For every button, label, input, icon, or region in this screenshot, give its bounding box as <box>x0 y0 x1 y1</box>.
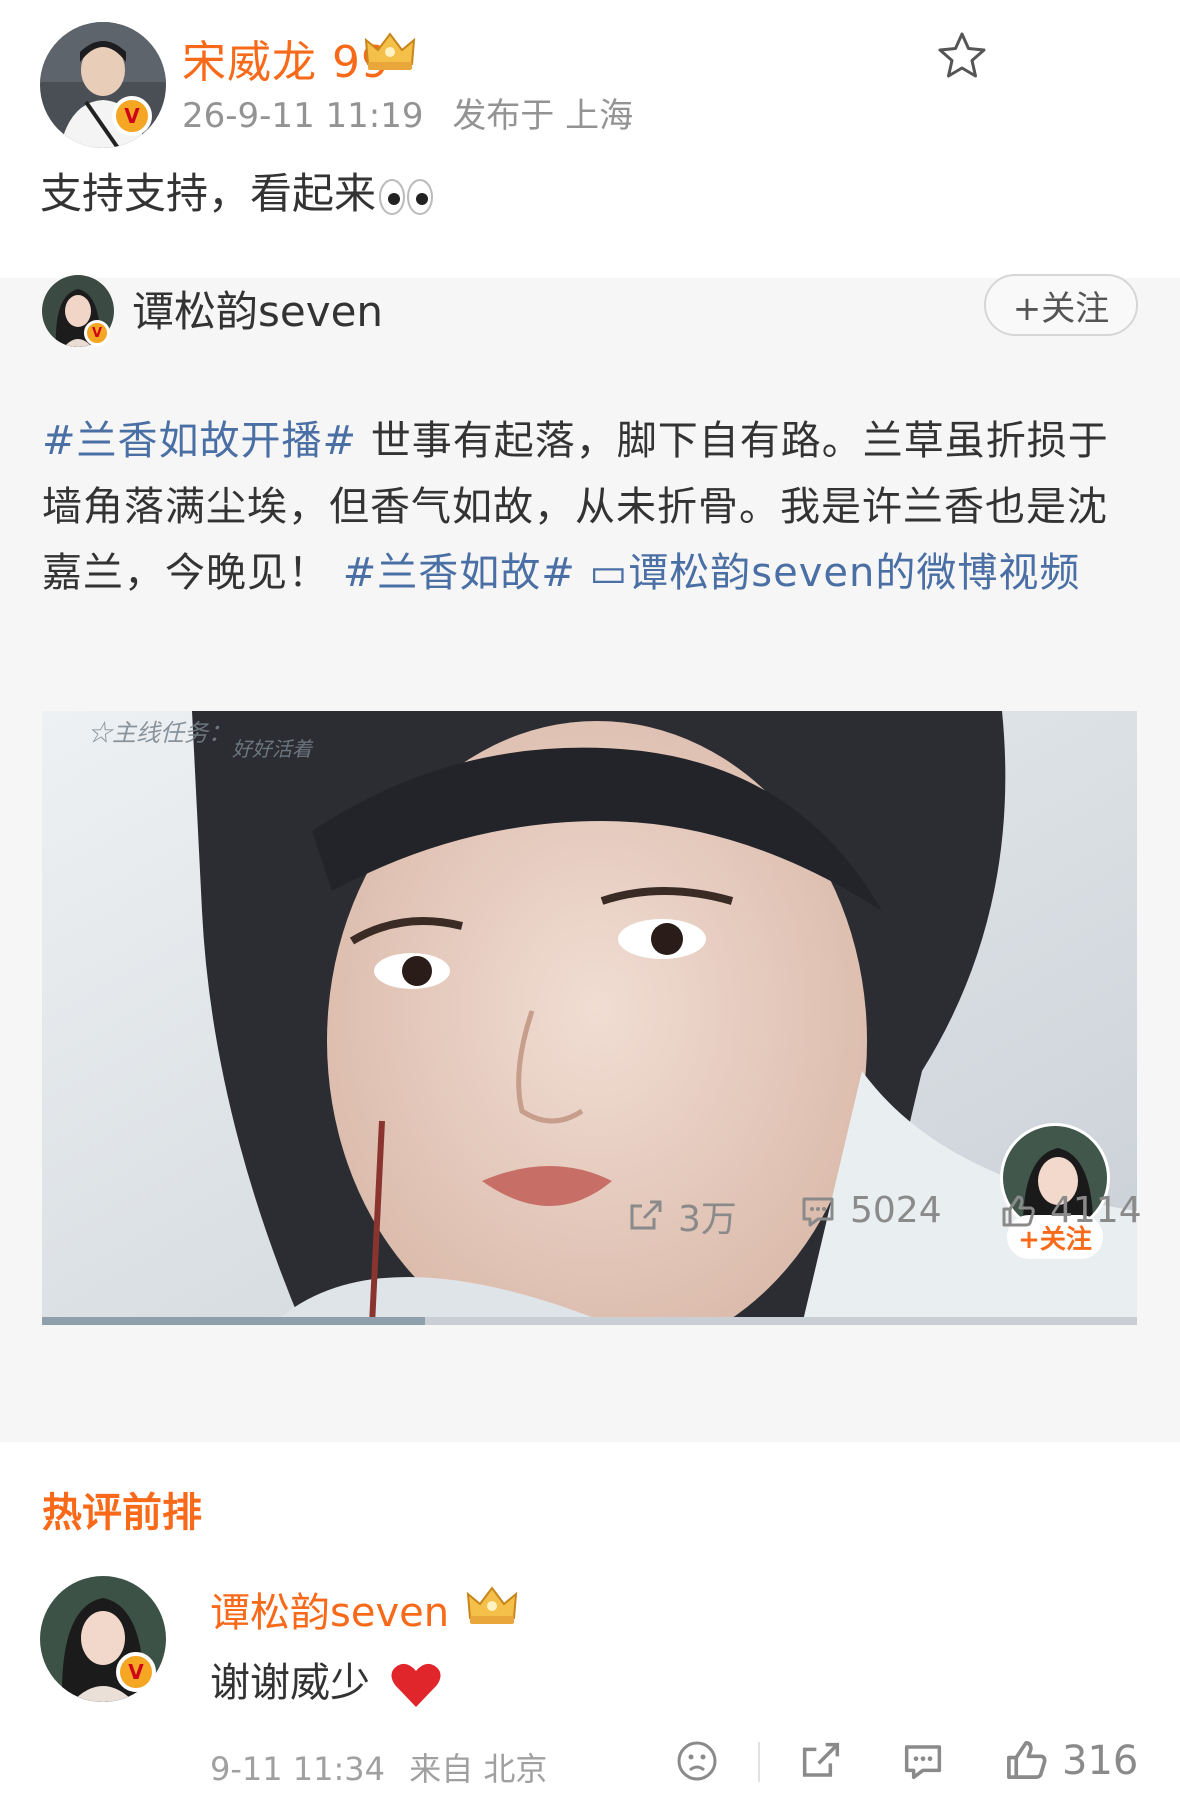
repost-author-avatar[interactable]: V <box>42 275 114 348</box>
reposted-card[interactable]: V 谭松韵seven +关注 #兰香如故开播# 世事有起落，脚下自有路。兰草虽折… <box>0 274 1180 1442</box>
verified-badge-icon: V <box>112 96 152 136</box>
comment-author-avatar[interactable]: V <box>40 1576 166 1702</box>
repost-count[interactable]: 3万 <box>628 1190 737 1242</box>
comment-reply-icon[interactable] <box>902 1740 944 1782</box>
follow-button[interactable]: +关注 <box>984 274 1138 336</box>
comment-verified-badge-icon: V <box>116 1652 156 1692</box>
favorite-star-icon[interactable] <box>934 28 990 84</box>
repost-text: #兰香如故开播# 世事有起落，脚下自有路。兰草虽折损于墙角落满尘埃，但香气如故，… <box>42 408 1142 606</box>
eyes-emoji-icon <box>379 178 434 215</box>
original-post: V 宋威龙 99 26-9-11 11:19 发布于 上海 支持支持，看起来 <box>0 0 1180 278</box>
repost-text-link[interactable]: #兰香如故# <box>343 550 576 596</box>
comment-count-value: 5024 <box>850 1190 942 1231</box>
comment-location: 来自 北京 <box>409 1750 548 1788</box>
dislike-face-icon[interactable] <box>676 1740 718 1782</box>
comment-share-icon[interactable] <box>800 1740 842 1782</box>
comment-action-divider <box>758 1742 760 1782</box>
crown-icon <box>364 32 416 70</box>
video-overlay-line1: ☆主线任务： <box>88 719 232 747</box>
red-heart-icon <box>391 1663 441 1707</box>
comment-icon <box>802 1197 834 1226</box>
comment-meta: 9-11 11:34 来自 北京 <box>210 1744 547 1790</box>
comment-author-name[interactable]: 谭松韵seven <box>210 1580 449 1638</box>
repost-text-link[interactable]: ▭谭松韵seven的微博视频 <box>589 550 1080 596</box>
author-avatar[interactable]: V <box>40 22 166 148</box>
repost-author-name[interactable]: 谭松韵seven <box>132 278 383 339</box>
comment-count[interactable]: 5024 <box>800 1190 942 1231</box>
hot-comments-title: 热评前排 <box>42 1490 202 1536</box>
repost-icon <box>630 1200 662 1230</box>
repost-text-segment <box>576 550 590 596</box>
post-text: 支持支持，看起来 <box>40 160 434 221</box>
post-time: 26-9-11 11:19 <box>182 96 424 136</box>
video-player[interactable]: ☆主线任务： 好好活着 +关注 <box>42 711 1137 1325</box>
repost-text-link[interactable]: #兰香如故开播# <box>42 418 357 464</box>
like-count-value: 4114 <box>1050 1190 1142 1231</box>
post-text-content: 支持支持，看起来 <box>40 169 377 218</box>
comment-text-content: 谢谢威少 <box>210 1660 370 1706</box>
comment-like-count: 316 <box>1062 1738 1139 1784</box>
comment-text: 谢谢威少 <box>210 1650 443 1709</box>
video-thumbnail <box>42 711 1137 1325</box>
like-thumb-icon <box>1002 1195 1035 1226</box>
comment-crown-icon <box>466 1586 518 1624</box>
video-overlay-line2: 好好活着 <box>232 737 312 761</box>
repost-verified-badge-icon: V <box>84 320 110 346</box>
video-progress-bar[interactable] <box>42 1317 1137 1325</box>
repost-count-value: 3万 <box>678 1199 737 1240</box>
post-location: 发布于 上海 <box>452 96 634 136</box>
author-name[interactable]: 宋威龙 99 <box>182 26 390 90</box>
like-count[interactable]: 4114 <box>1000 1190 1142 1231</box>
comment-time: 9-11 11:34 <box>210 1750 386 1788</box>
comment-like-icon[interactable] <box>1004 1738 1048 1782</box>
video-progress-fill <box>42 1317 426 1325</box>
